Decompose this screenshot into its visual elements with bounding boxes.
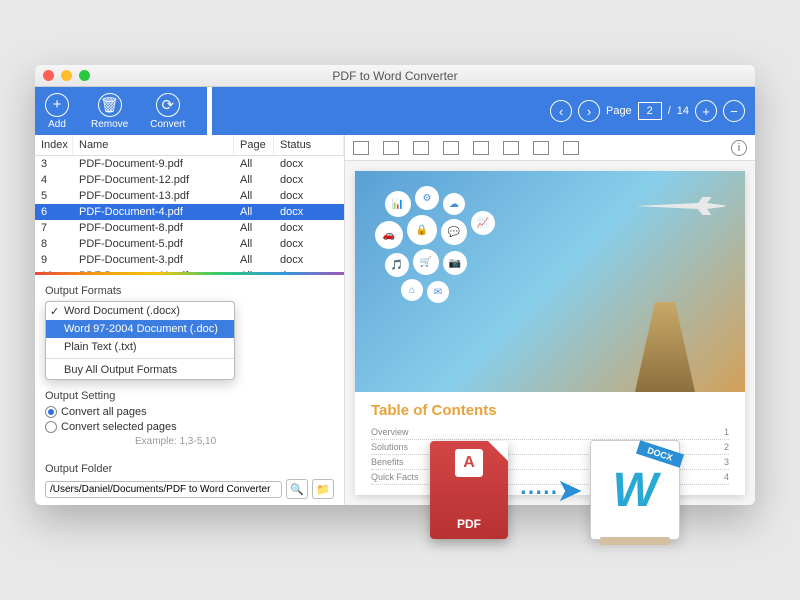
toolbar-divider [207,87,212,135]
output-folder-section: Output Folder 🔍 📁 [35,453,344,505]
fit-page-icon[interactable] [353,141,369,155]
trash-icon: 🗑 [98,93,122,117]
add-button[interactable]: + Add [45,93,69,130]
radio-off-icon [45,421,57,433]
col-index[interactable]: Index [35,135,73,155]
output-folder-title: Output Folder [45,463,334,475]
crop-tool-5-icon[interactable] [563,141,579,155]
crop-tool-2-icon[interactable] [473,141,489,155]
main-toolbar: + Add 🗑 Remove ⟳ Convert ‹ › Page / 14 +… [35,87,755,135]
preview-toolbar: i [345,135,755,161]
adobe-logo-icon: A [455,449,483,477]
convert-all-radio[interactable]: Convert all pages [45,406,334,418]
file-base-icon [600,537,670,545]
conversion-graphic: A PDF ·····➤ DOCX W [430,440,680,540]
window-title: PDF to Word Converter [35,69,755,83]
left-panel: Index Name Page Status 3PDF-Document-9.p… [35,135,345,505]
choose-folder-button[interactable]: 📁 [312,479,334,499]
titlebar: PDF to Word Converter [35,65,755,87]
close-window-button[interactable] [43,70,54,81]
format-menu-item[interactable]: Word 97-2004 Document (.doc) [46,320,234,338]
zoom-window-button[interactable] [79,70,90,81]
convert-label: Convert [150,119,185,130]
word-w-icon: W [612,463,657,518]
building-graphic [615,302,715,392]
crop-tool-icon[interactable] [443,141,459,155]
output-formats-section: Output Formats Word Document (.docx) ⌄ W… [35,275,344,326]
next-page-button[interactable]: › [578,100,600,122]
toc-title: Table of Contents [371,402,729,419]
traffic-lights [43,70,90,81]
add-label: Add [48,119,66,130]
icon-cloud-graphic: 📊 ⚙ ☁ 🚗 🔒 💬 📈 🎵 🛒 📷 ⌂ ✉ [365,181,565,321]
output-folder-input[interactable] [45,481,282,498]
table-row[interactable]: 9PDF-Document-3.pdfAlldocx [35,252,344,268]
radio-on-icon [45,406,57,418]
refresh-icon: ⟳ [156,93,180,117]
convert-all-label: Convert all pages [61,406,147,418]
zoom-in-button[interactable]: + [695,100,717,122]
format-menu-item[interactable]: Word Document (.docx) [46,302,234,320]
table-row[interactable]: 5PDF-Document-13.pdfAlldocx [35,188,344,204]
output-format-menu: Word Document (.docx)Word 97-2004 Docume… [45,301,235,380]
convert-button[interactable]: ⟳ Convert [150,93,185,130]
app-window: PDF to Word Converter + Add 🗑 Remove ⟳ C… [35,65,755,505]
word-file-icon: DOCX W [590,440,680,540]
output-setting-section: Output Setting Convert all pages Convert… [35,380,344,453]
table-row[interactable]: 6PDF-Document-4.pdfAlldocx [35,204,344,220]
format-menu-item[interactable]: Plain Text (.txt) [46,338,234,356]
page-number-input[interactable] [638,102,662,120]
convert-selected-radio[interactable]: Convert selected pages [45,421,334,433]
example-text: Example: 1,3-5,10 [135,436,334,447]
pdf-file-icon: A PDF [430,441,508,539]
prev-page-button[interactable]: ‹ [550,100,572,122]
table-row[interactable]: 8PDF-Document-5.pdfAlldocx [35,236,344,252]
actual-size-icon[interactable] [413,141,429,155]
page-fold-icon [488,441,508,461]
page-hero-image: 📊 ⚙ ☁ 🚗 🔒 💬 📈 🎵 🛒 📷 ⌂ ✉ [355,171,745,392]
minimize-window-button[interactable] [61,70,72,81]
pdf-label: PDF [457,517,481,531]
table-header: Index Name Page Status [35,135,344,156]
col-status[interactable]: Status [274,135,344,155]
folder-icon: 📁 [316,483,330,496]
page-total: 14 [677,105,689,117]
plus-icon: + [45,93,69,117]
col-name[interactable]: Name [73,135,234,155]
arrow-right-icon: ·····➤ [518,471,580,509]
output-formats-title: Output Formats [45,285,334,297]
toc-row: Overview1 [371,425,729,440]
fit-width-icon[interactable] [383,141,399,155]
file-list[interactable]: 3PDF-Document-9.pdfAlldocx4PDF-Document-… [35,156,344,272]
crop-tool-4-icon[interactable] [533,141,549,155]
buy-formats-menu-item[interactable]: Buy All Output Formats [46,361,234,379]
table-row[interactable]: 4PDF-Document-12.pdfAlldocx [35,172,344,188]
convert-selected-label: Convert selected pages [61,421,177,433]
page-sep: / [668,105,671,117]
airplane-graphic [635,191,725,221]
table-row[interactable]: 3PDF-Document-9.pdfAlldocx [35,156,344,172]
remove-label: Remove [91,119,128,130]
search-folder-icon: 🔍 [290,483,304,496]
page-label: Page [606,105,632,117]
info-icon[interactable]: i [731,140,747,156]
crop-tool-3-icon[interactable] [503,141,519,155]
output-setting-title: Output Setting [45,390,334,402]
page-navigation: ‹ › Page / 14 + − [550,100,745,122]
zoom-out-button[interactable]: − [723,100,745,122]
reveal-folder-button[interactable]: 🔍 [286,479,308,499]
table-row[interactable]: 7PDF-Document-8.pdfAlldocx [35,220,344,236]
col-page[interactable]: Page [234,135,274,155]
remove-button[interactable]: 🗑 Remove [91,93,128,130]
